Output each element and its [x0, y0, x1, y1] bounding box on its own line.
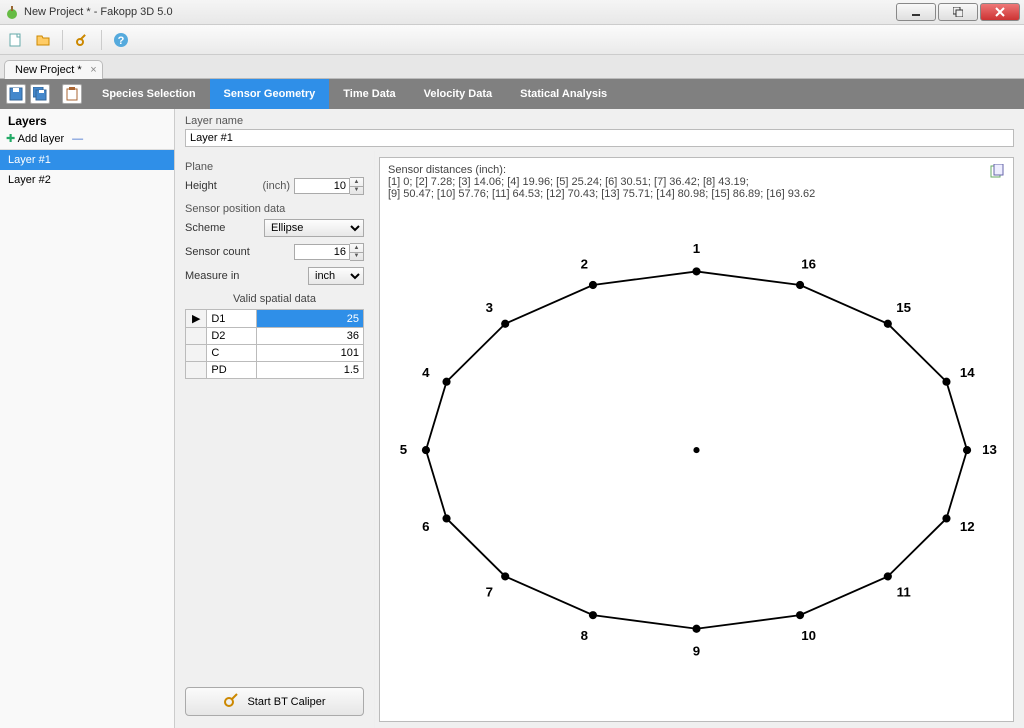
layer-name-input[interactable]	[185, 129, 1014, 147]
scheme-label: Scheme	[185, 222, 264, 234]
open-file-icon[interactable]	[32, 29, 54, 51]
scheme-select[interactable]: Ellipse	[264, 219, 364, 237]
close-tab-icon[interactable]: ×	[90, 64, 96, 76]
minimize-button[interactable]	[896, 3, 936, 21]
tab-velocity-data[interactable]: Velocity Data	[410, 79, 506, 109]
plane-group-label: Plane	[185, 161, 364, 173]
layer-list: Layer #1Layer #2	[0, 149, 174, 190]
start-bt-caliper-button[interactable]: Start BT Caliper	[185, 687, 364, 716]
maximize-button[interactable]	[938, 3, 978, 21]
svg-text:1: 1	[693, 241, 701, 256]
document-tab[interactable]: New Project * ×	[4, 60, 103, 79]
svg-text:6: 6	[422, 519, 429, 534]
svg-text:5: 5	[400, 442, 408, 457]
settings-icon[interactable]	[71, 29, 93, 51]
svg-text:10: 10	[801, 628, 816, 643]
layer-name-label: Layer name	[185, 115, 1014, 127]
layers-header: Layers	[0, 109, 174, 130]
layers-panel: Layers ✚ Add layer — Layer #1Layer #2	[0, 109, 175, 728]
svg-text:2: 2	[581, 256, 588, 271]
sensor-canvas: Sensor distances (inch): [1] 0; [2] 7.28…	[379, 157, 1014, 722]
document-tab-label: New Project *	[15, 64, 82, 76]
geometry-form: Plane Height (inch) ▲▼ Sensor position d…	[175, 151, 375, 728]
svg-text:4: 4	[422, 365, 430, 380]
svg-text:12: 12	[960, 519, 975, 534]
ribbon: Species SelectionSensor GeometryTime Dat…	[0, 79, 1024, 109]
add-layer-button[interactable]: ✚ Add layer	[6, 132, 64, 145]
ellipse-plot: 12345678910111213141516	[380, 220, 1013, 721]
sensor-count-label: Sensor count	[185, 246, 294, 258]
clipboard-icon[interactable]	[62, 84, 82, 104]
window-title: New Project * - Fakopp 3D 5.0	[24, 6, 894, 18]
tab-species-selection[interactable]: Species Selection	[88, 79, 210, 109]
document-tabstrip: New Project * ×	[0, 55, 1024, 79]
table-row[interactable]: ▶D125	[186, 310, 364, 328]
plus-icon: ✚	[6, 133, 15, 145]
layer-item[interactable]: Layer #2	[0, 170, 174, 190]
separator	[62, 30, 63, 50]
tab-statical-analysis[interactable]: Statical Analysis	[506, 79, 621, 109]
measure-in-label: Measure in	[185, 270, 308, 282]
height-spinner[interactable]: ▲▼	[350, 177, 364, 195]
svg-text:14: 14	[960, 365, 975, 380]
window-titlebar: New Project * - Fakopp 3D 5.0	[0, 0, 1024, 25]
layer-item[interactable]: Layer #1	[0, 150, 174, 170]
svg-text:13: 13	[982, 442, 997, 457]
save-all-icon[interactable]	[30, 84, 50, 104]
svg-text:?: ?	[118, 35, 125, 47]
start-bt-caliper-label: Start BT Caliper	[247, 696, 325, 708]
save-icon[interactable]	[6, 84, 26, 104]
new-file-icon[interactable]	[4, 29, 26, 51]
copy-icon[interactable]	[989, 164, 1005, 183]
svg-text:3: 3	[486, 300, 493, 315]
svg-text:8: 8	[581, 628, 588, 643]
height-label: Height	[185, 180, 258, 192]
add-layer-label: Add layer	[18, 133, 64, 145]
svg-text:16: 16	[801, 256, 816, 271]
distances-line-1: [1] 0; [2] 7.28; [3] 14.06; [4] 19.96; […	[388, 176, 1005, 188]
svg-text:11: 11	[897, 584, 912, 599]
help-icon[interactable]: ?	[110, 29, 132, 51]
height-unit: (inch)	[262, 180, 290, 192]
measure-in-select[interactable]: inch	[308, 267, 364, 285]
spatial-data-table: ▶D125D236C101PD1.5	[185, 309, 364, 379]
valid-spatial-label: Valid spatial data	[185, 293, 364, 305]
tab-time-data[interactable]: Time Data	[329, 79, 409, 109]
sensor-count-input[interactable]	[294, 244, 350, 260]
svg-text:15: 15	[896, 300, 911, 315]
remove-layer-button[interactable]: —	[72, 133, 83, 145]
separator	[101, 30, 102, 50]
table-row[interactable]: D236	[186, 328, 364, 345]
quick-toolbar: ?	[0, 25, 1024, 55]
sensor-position-group-label: Sensor position data	[185, 203, 364, 215]
svg-text:7: 7	[486, 584, 493, 599]
distances-line-2: [9] 50.47; [10] 57.76; [11] 64.53; [12] …	[388, 188, 1005, 200]
close-button[interactable]	[980, 3, 1020, 21]
tab-sensor-geometry[interactable]: Sensor Geometry	[210, 79, 330, 109]
app-icon	[4, 4, 20, 20]
height-input[interactable]	[294, 178, 350, 194]
caliper-icon	[223, 692, 239, 711]
table-row[interactable]: PD1.5	[186, 362, 364, 379]
svg-text:9: 9	[693, 643, 700, 658]
sensor-count-spinner[interactable]: ▲▼	[350, 243, 364, 261]
table-row[interactable]: C101	[186, 345, 364, 362]
distances-header: Sensor distances (inch):	[388, 164, 1005, 176]
